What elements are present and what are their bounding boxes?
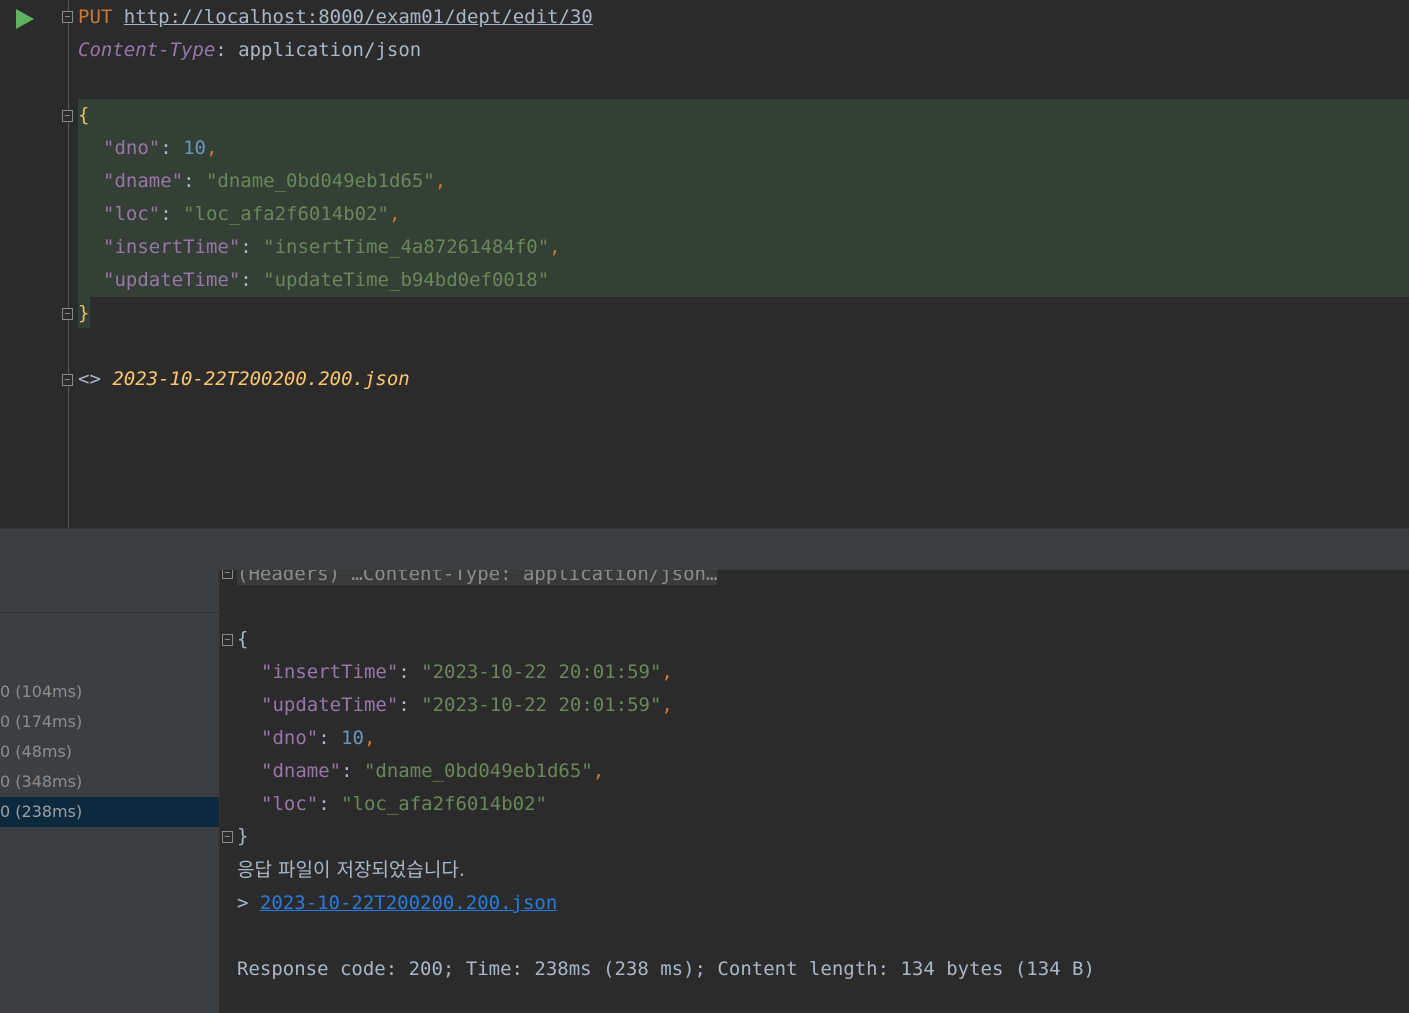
fold-body-icon[interactable] <box>62 110 73 122</box>
field-key: "loc" <box>261 793 319 815</box>
field-value: "updateTime_b94bd0ef0018" <box>263 269 550 291</box>
field-comma: , <box>363 727 376 749</box>
fold-response-end-icon[interactable] <box>222 831 233 843</box>
request-field-line: "loc": "loc_afa2f6014b02", <box>103 203 401 225</box>
request-line: PUT http://localhost:8000/exam01/dept/ed… <box>78 1 593 34</box>
fold-response-ref-icon[interactable] <box>62 374 73 386</box>
history-item[interactable]: 0 (238ms) <box>0 797 219 827</box>
request-field-line: "updateTime": "updateTime_b94bd0ef0018" <box>103 269 550 291</box>
gutter-divider <box>68 0 69 528</box>
history-item[interactable]: 0 (104ms) <box>0 677 219 707</box>
fold-body-end-icon[interactable] <box>62 308 73 320</box>
field-comma: , <box>549 236 561 258</box>
response-summary: Response code: 200; Time: 238ms (238 ms)… <box>237 958 1095 980</box>
body-open-brace: { <box>78 104 90 126</box>
response-field-line: "insertTime": "2023-10-22 20:01:59", <box>261 661 673 683</box>
request-field-line: "insertTime": "insertTime_4a87261484f0", <box>103 236 561 258</box>
header-name: Content-Type <box>78 39 216 61</box>
services-toolbar[interactable] <box>0 528 1409 571</box>
history-item[interactable]: 0 (348ms) <box>0 767 219 797</box>
field-value: "2023-10-22 20:01:59" <box>421 694 662 716</box>
response-field-line: "updateTime": "2023-10-22 20:01:59", <box>261 694 673 716</box>
field-comma: , <box>205 137 218 159</box>
field-key: "dname" <box>261 760 342 782</box>
field-key: "dno" <box>261 727 319 749</box>
field-value: "dname_0bd049eb1d65" <box>205 170 435 192</box>
field-key: "updateTime" <box>103 269 241 291</box>
history-header <box>0 570 219 613</box>
fold-request-icon[interactable] <box>62 11 73 23</box>
history-item[interactable]: 0 (174ms) <box>0 707 219 737</box>
saved-message: 응답 파일이 저장되었습니다. <box>237 859 465 881</box>
fold-response-body-icon[interactable] <box>222 634 233 646</box>
field-key: "dno" <box>103 137 161 159</box>
response-field-line: "loc": "loc_afa2f6014b02" <box>261 793 547 815</box>
field-value: "loc_afa2f6014b02" <box>183 203 389 225</box>
response-open-brace: { <box>237 628 249 650</box>
history-item[interactable]: 0 (48ms) <box>0 737 219 767</box>
saved-file-link[interactable]: 2023-10-22T200200.200.json <box>260 892 557 914</box>
response-panel: (Headers) …Content-Type: application/jso… <box>220 570 1409 1013</box>
field-comma: , <box>661 661 673 683</box>
field-comma: , <box>592 760 605 782</box>
collapsed-headers[interactable]: (Headers) …Content-Type: application/jso… <box>237 570 718 591</box>
field-comma: , <box>434 170 447 192</box>
field-key: "dname" <box>103 170 184 192</box>
request-field-line: "dno": 10, <box>103 137 218 159</box>
response-field-line: "dname": "dname_0bd049eb1d65", <box>261 760 605 782</box>
response-close-brace: } <box>237 825 249 847</box>
field-key: "insertTime" <box>103 236 241 258</box>
field-key: "updateTime" <box>261 694 399 716</box>
field-value: "loc_afa2f6014b02" <box>341 793 547 815</box>
field-value: "insertTime_4a87261484f0" <box>263 236 550 258</box>
field-value: 10 <box>183 137 206 159</box>
request-url[interactable]: http://localhost:8000/exam01/dept/edit/3… <box>124 6 593 28</box>
response-field-line: "dno": 10, <box>261 727 376 749</box>
request-field-line: "dname": "dname_0bd049eb1d65", <box>103 170 447 192</box>
saved-file-line: > 2023-10-22T200200.200.json <box>237 892 558 914</box>
field-key: "loc" <box>103 203 161 225</box>
field-value: "2023-10-22 20:01:59" <box>421 661 662 683</box>
field-key: "insertTime" <box>261 661 399 683</box>
field-comma: , <box>389 203 401 225</box>
body-close-brace: } <box>78 302 90 324</box>
http-request-editor[interactable]: PUT http://localhost:8000/exam01/dept/ed… <box>0 0 1409 528</box>
header-value: application/json <box>238 39 422 61</box>
header-separator: : <box>215 39 239 61</box>
field-value: "dname_0bd049eb1d65" <box>363 760 593 782</box>
field-value: 10 <box>341 727 364 749</box>
expand-headers-icon[interactable] <box>222 570 233 579</box>
request-method: PUT <box>78 6 113 28</box>
response-ref-file[interactable]: 2023-10-22T200200.200.json <box>112 368 409 390</box>
run-request-icon[interactable] <box>16 9 34 29</box>
field-comma: , <box>661 694 673 716</box>
response-reference-line: <> 2023-10-22T200200.200.json <box>78 368 410 390</box>
request-header-line: Content-Type: application/json <box>78 34 421 67</box>
request-history-panel: 0 (104ms) 0 (174ms) 0 (48ms) 0 (348ms) 0 (23… <box>0 570 220 1013</box>
